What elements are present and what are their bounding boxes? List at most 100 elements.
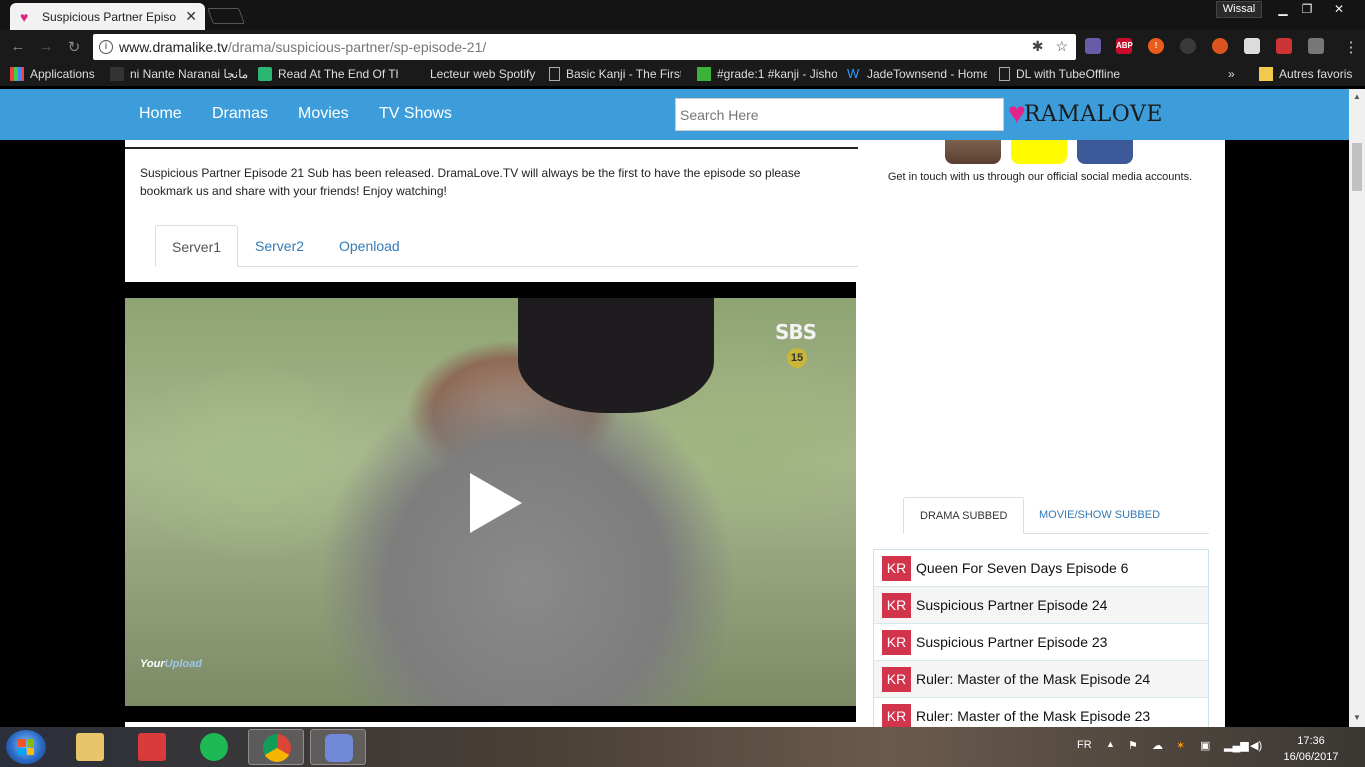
- extension-grey-icon[interactable]: [1308, 38, 1324, 54]
- network-icon[interactable]: ▂▄▆: [1224, 739, 1249, 752]
- address-bar[interactable]: i www.dramalike.tv/drama/suspicious-part…: [93, 34, 1076, 60]
- watermark-part: Your: [140, 658, 165, 670]
- extension-red-icon[interactable]: [1276, 38, 1292, 54]
- nav-dramas[interactable]: Dramas: [212, 105, 268, 123]
- facebook-icon[interactable]: [1077, 140, 1133, 164]
- bookmarks-overflow-button[interactable]: »: [1228, 67, 1235, 81]
- close-tab-icon[interactable]: ✕: [185, 8, 197, 25]
- spotify-icon: [200, 733, 228, 761]
- bookmark-spotify[interactable]: Lecteur web Spotify: [410, 67, 540, 81]
- video-watermark: YourUpload: [140, 658, 202, 670]
- snapchat-icon[interactable]: [1011, 140, 1067, 164]
- bookmark-read-at-the-end[interactable]: Read At The End Of Th: [258, 67, 398, 81]
- show-hidden-icons[interactable]: ▲: [1106, 739, 1115, 749]
- taskbar-discord[interactable]: [310, 729, 366, 765]
- tab-server1[interactable]: Server1: [155, 225, 239, 267]
- bookmark-jadetownsend[interactable]: W JadeTownsend - Home: [847, 67, 987, 81]
- bookmark-label: Read At The End Of Th: [278, 67, 398, 81]
- flag-tray-icon[interactable]: ⚑: [1128, 739, 1138, 752]
- bookmark-basic-kanji[interactable]: Basic Kanji - The First: [549, 67, 681, 81]
- reload-icon[interactable]: ↻: [64, 38, 84, 56]
- bookmark-manga[interactable]: ni Nante Naranai مانجا: [110, 67, 250, 81]
- page-icon: [549, 67, 560, 81]
- browser-tab[interactable]: ♥ Suspicious Partner Episo ✕: [10, 3, 205, 30]
- device-tray-icon[interactable]: ▣: [1200, 739, 1210, 752]
- episode-title: Ruler: Master of the Mask Episode 24: [916, 671, 1151, 687]
- back-icon[interactable]: ←: [8, 38, 28, 55]
- scroll-thumb[interactable]: [1352, 143, 1362, 191]
- tab-openload[interactable]: Openload: [323, 225, 416, 267]
- site-logo[interactable]: ♥ RAMALOVE: [1008, 99, 1163, 129]
- fire-icon[interactable]: [1212, 38, 1228, 54]
- age-rating-badge: 15: [787, 348, 807, 368]
- extension-purple-icon[interactable]: [1085, 38, 1101, 54]
- language-indicator[interactable]: FR: [1077, 739, 1092, 751]
- country-badge: KR: [882, 666, 911, 692]
- jisho-icon: [697, 67, 711, 81]
- avast-tray-icon[interactable]: ✶: [1176, 739, 1185, 752]
- list-item[interactable]: KR Suspicious Partner Episode 24: [874, 587, 1208, 624]
- nav-movies[interactable]: Movies: [298, 105, 349, 123]
- list-item[interactable]: KR Queen For Seven Days Episode 6: [874, 550, 1208, 587]
- menu-icon[interactable]: ⋮: [1341, 38, 1361, 56]
- tab-drama-subbed[interactable]: DRAMA SUBBED: [903, 497, 1025, 534]
- taskbar-chrome[interactable]: [248, 729, 304, 765]
- system-clock[interactable]: 17:36 16/06/2017: [1280, 733, 1342, 765]
- other-bookmarks-folder[interactable]: Autres favoris: [1259, 67, 1352, 81]
- video-frame[interactable]: SBS 15 YourUpload: [125, 298, 856, 706]
- bookmark-label: DL with TubeOffline: [1016, 67, 1121, 81]
- bookmark-tubeoffline[interactable]: DL with TubeOffline: [999, 67, 1129, 81]
- page-scrollbar[interactable]: ▲ ▼: [1349, 89, 1365, 727]
- start-button[interactable]: [6, 730, 46, 764]
- chrome-icon: [263, 734, 291, 762]
- book-icon: [258, 67, 272, 81]
- contact-text: Get in touch with us through our officia…: [887, 171, 1193, 183]
- nav-home[interactable]: Home: [139, 105, 182, 123]
- clock-date: 16/06/2017: [1283, 751, 1339, 763]
- warning-icon[interactable]: !: [1148, 38, 1164, 54]
- cloud-tray-icon[interactable]: ☁: [1152, 739, 1163, 752]
- list-item[interactable]: KR Ruler: Master of the Mask Episode 24: [874, 661, 1208, 698]
- scroll-down-icon[interactable]: ▼: [1353, 713, 1361, 722]
- country-badge: KR: [882, 592, 911, 618]
- bookmark-label: Autres favoris: [1279, 67, 1353, 81]
- heart-favicon-icon: ♥: [20, 8, 29, 25]
- forward-icon[interactable]: →: [36, 38, 56, 55]
- new-tab-button[interactable]: [207, 8, 245, 24]
- close-window-icon[interactable]: ✕: [1322, 0, 1356, 18]
- list-item[interactable]: KR Suspicious Partner Episode 23: [874, 624, 1208, 661]
- scroll-up-icon[interactable]: ▲: [1353, 92, 1361, 101]
- instagram-icon[interactable]: [945, 140, 1001, 164]
- browser-tabstrip: ♥ Suspicious Partner Episo ✕ Wissal ▁ ❐ …: [0, 0, 1365, 30]
- nav-tv-shows[interactable]: TV Shows: [379, 105, 452, 123]
- taskbar-spotify[interactable]: [186, 729, 242, 765]
- tab-movie-show-subbed[interactable]: MOVIE/SHOW SUBBED: [1023, 497, 1176, 534]
- bookmark-jisho[interactable]: #grade:1 #kanji - Jisho: [697, 67, 837, 81]
- country-badge: KR: [882, 703, 911, 727]
- bookmark-label: Applications: [30, 67, 95, 81]
- extension-puzzle-icon[interactable]: ✱: [1032, 38, 1044, 55]
- taskbar-popcorn-app[interactable]: [124, 729, 180, 765]
- video-player[interactable]: SBS 15 YourUpload: [125, 282, 856, 722]
- play-icon[interactable]: [470, 473, 522, 533]
- abp-icon[interactable]: ABP: [1116, 38, 1133, 54]
- moon-icon[interactable]: [1180, 38, 1196, 54]
- profile-button[interactable]: Wissal: [1216, 1, 1262, 18]
- bookmark-star-icon[interactable]: ☆: [1055, 38, 1068, 55]
- folder-icon: [76, 733, 104, 761]
- volume-icon[interactable]: ◀): [1250, 739, 1262, 752]
- taskbar-file-explorer[interactable]: [62, 729, 118, 765]
- search-input[interactable]: [675, 98, 1004, 131]
- watermark-part: Upload: [164, 658, 202, 670]
- social-links: [945, 140, 1133, 164]
- tab-server2[interactable]: Server2: [239, 225, 320, 267]
- list-item[interactable]: KR Ruler: Master of the Mask Episode 23: [874, 698, 1208, 727]
- site-info-icon[interactable]: i: [99, 40, 113, 54]
- country-badge: KR: [882, 629, 911, 655]
- mail-icon[interactable]: [1244, 38, 1260, 54]
- bookmark-label: #grade:1 #kanji - Jisho: [717, 67, 837, 81]
- page-content: Suspicious Partner Episode 21 Sub has be…: [125, 140, 1225, 727]
- bookmark-applications[interactable]: Applications: [10, 67, 105, 81]
- restore-icon[interactable]: ❐: [1290, 0, 1324, 18]
- apps-grid-icon: [10, 67, 24, 81]
